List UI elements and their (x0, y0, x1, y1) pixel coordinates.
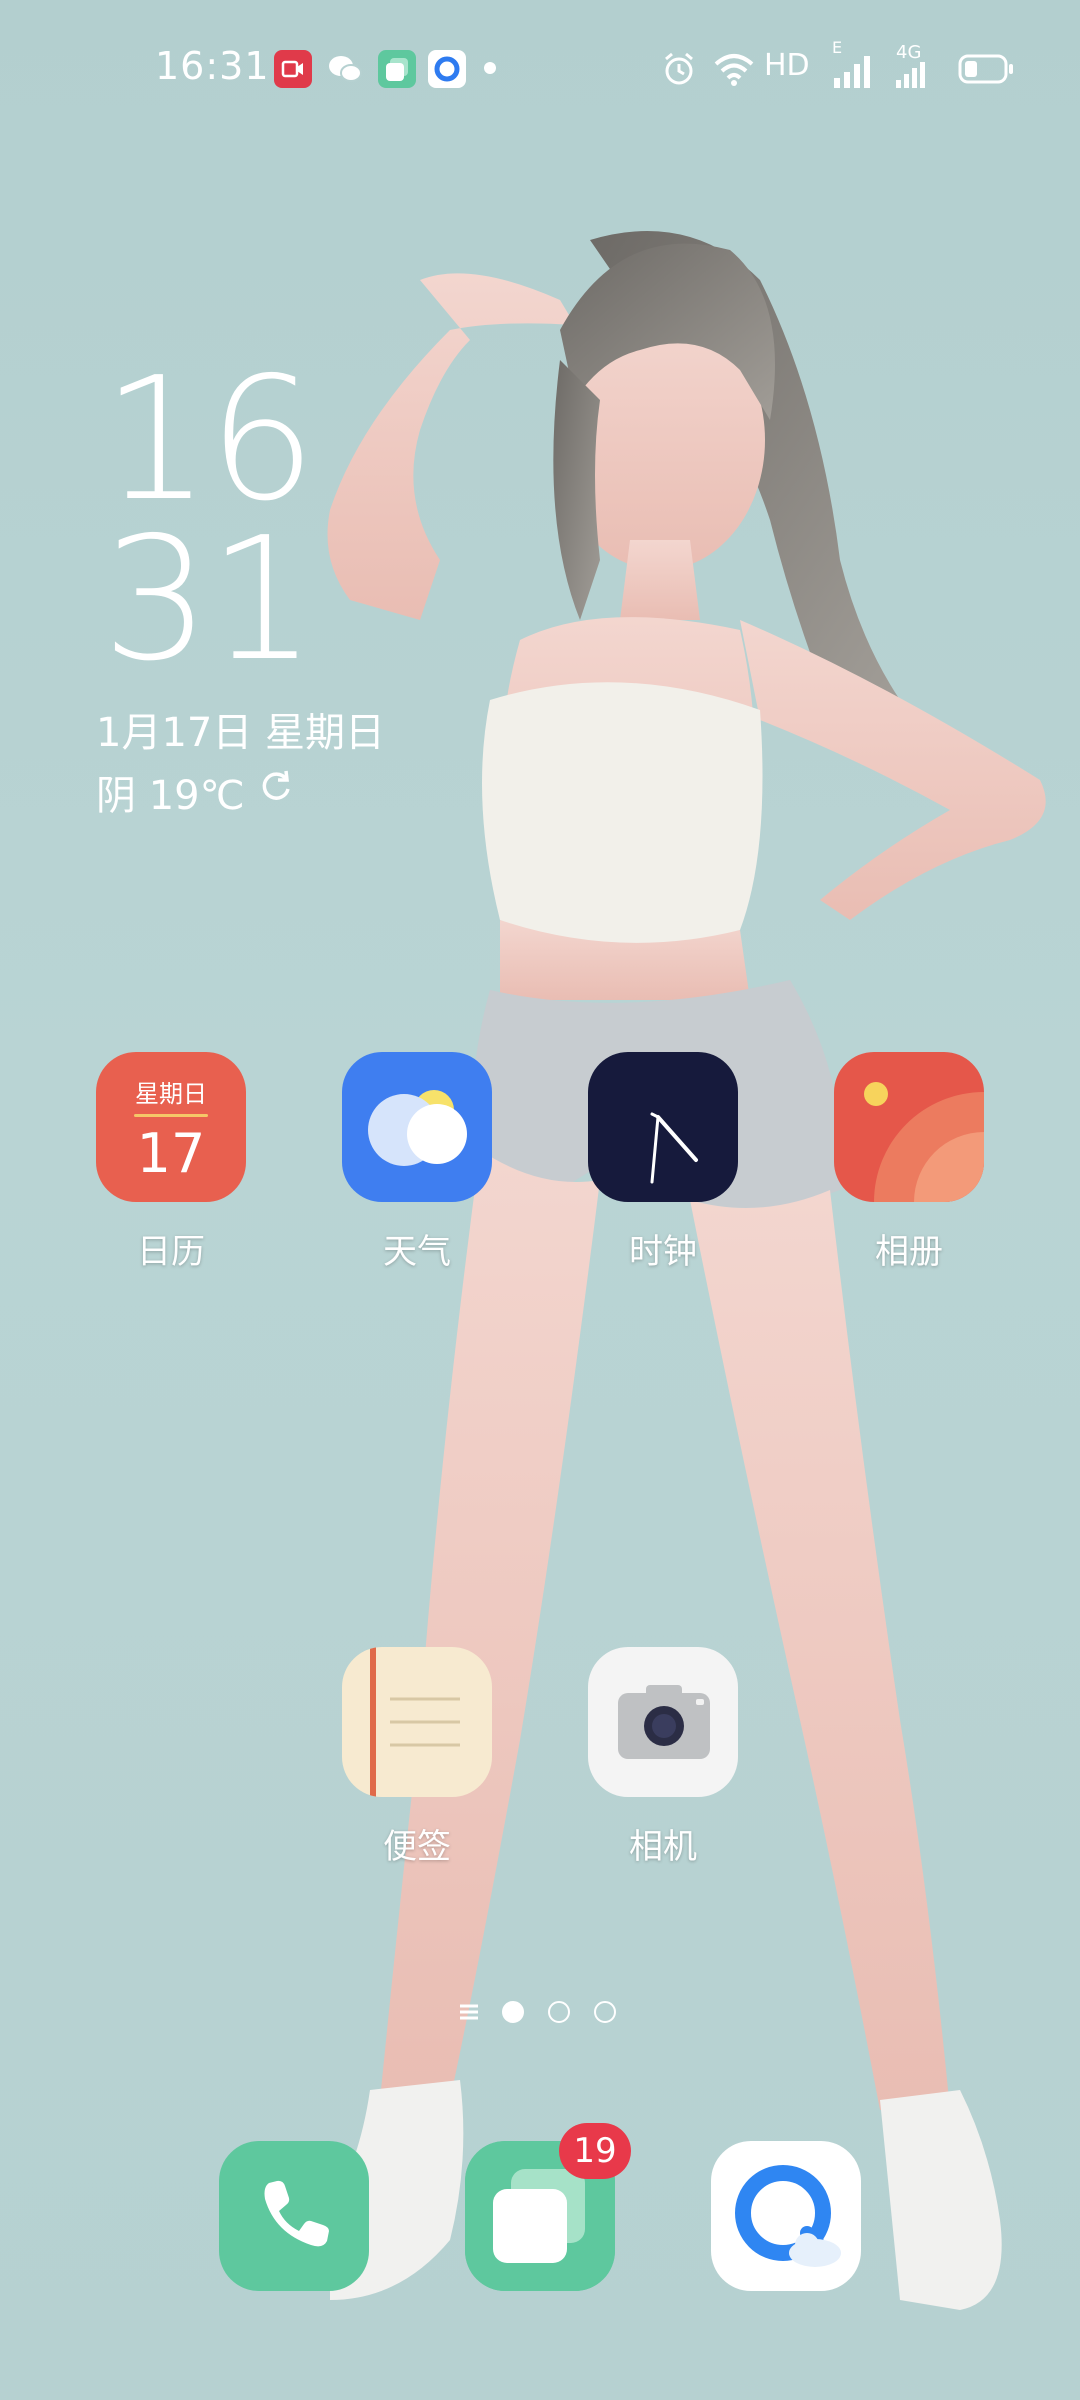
page-dot-2[interactable] (548, 2001, 570, 2023)
app-label-camera: 相机 (629, 1827, 697, 1867)
refresh-icon[interactable] (256, 765, 296, 805)
calendar-divider (134, 1114, 208, 1117)
messages-icon: 19 (465, 2123, 631, 2291)
app-camera[interactable]: 相机 (588, 1647, 738, 1868)
weather-icon (342, 1052, 492, 1202)
app-weather[interactable]: 天气 (342, 1052, 492, 1273)
dock-app-qq-browser[interactable] (711, 2141, 861, 2291)
camera-icon (588, 1647, 738, 1797)
app-label-gallery: 相册 (875, 1232, 943, 1272)
notes-icon (342, 1647, 492, 1797)
browser-notification-icon (428, 50, 466, 88)
calendar-icon: 星期日 17 (96, 1052, 246, 1202)
app-label-notes: 便签 (383, 1827, 451, 1867)
signal-4g-icon (896, 62, 925, 88)
dock-app-messages[interactable]: 19 (465, 2123, 631, 2291)
status-time: 16:31 (155, 44, 270, 88)
qq-browser-icon (711, 2141, 861, 2291)
weather-text: 阴 19℃ (96, 773, 245, 819)
app-notes[interactable]: 便签 (342, 1647, 492, 1868)
menu-lines-icon (460, 2004, 478, 2020)
gallery-icon (834, 1052, 984, 1202)
calendar-day: 17 (136, 1122, 206, 1185)
clock-icon (588, 1052, 738, 1202)
alarm-icon (665, 52, 693, 85)
app-label-clock: 时钟 (629, 1232, 697, 1272)
more-dot-icon (484, 62, 496, 74)
clock-hour: 16 (102, 341, 316, 539)
app-label-weather: 天气 (383, 1232, 451, 1272)
page-indicator[interactable] (458, 1998, 628, 2028)
wechat-icon (326, 50, 364, 88)
clock-widget[interactable]: 16 31 1月17日 星期日 阴 19℃ (96, 355, 496, 825)
video-app-icon (274, 50, 312, 88)
phone-icon (219, 2141, 369, 2291)
status-bar: 16:31 HD E 4G (0, 0, 1080, 140)
app-label-calendar: 日历 (137, 1232, 205, 1272)
app-calendar[interactable]: 星期日 17 日历 (96, 1052, 246, 1273)
app-clock[interactable]: 时钟 (588, 1052, 738, 1273)
wifi-icon (714, 54, 754, 86)
clock-date: 1月17日 星期日 (96, 710, 386, 756)
page-dot-1[interactable] (502, 2001, 524, 2023)
multi-window-icon (378, 50, 416, 88)
page-dot-3[interactable] (594, 2001, 616, 2023)
app-gallery[interactable]: 相册 (834, 1052, 984, 1273)
cell-e-label: E (832, 38, 843, 57)
calendar-weekday: 星期日 (135, 1080, 207, 1108)
clock-minute: 31 (102, 501, 316, 699)
notification-badge: 19 (559, 2123, 631, 2179)
dock-app-phone[interactable] (219, 2141, 369, 2291)
weather-summary[interactable]: 阴 19℃ (96, 763, 290, 821)
battery-icon (958, 54, 1013, 84)
hd-label: HD (764, 48, 810, 83)
